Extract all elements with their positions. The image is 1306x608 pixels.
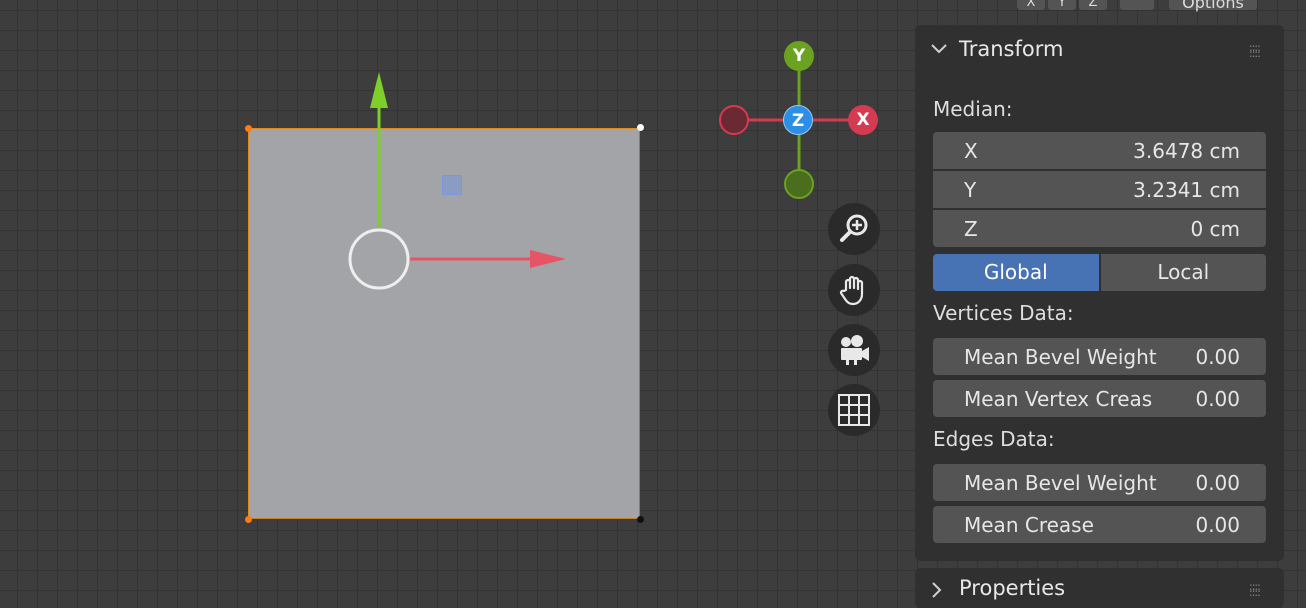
field-label: Mean Vertex Creas (964, 387, 1153, 411)
viewport-header: ꟲꟲ X Y Z Options (990, 0, 1257, 12)
field-label: Mean Bevel Weight (964, 471, 1157, 495)
vertex-bottom-right[interactable] (637, 516, 644, 523)
edges-data-label: Edges Data: (933, 427, 1055, 451)
move-center-circle (348, 228, 410, 290)
properties-panel: Properties :::::::: (915, 568, 1284, 608)
median-z-field[interactable]: Z 0 cm (933, 210, 1266, 247)
zoom-button[interactable] (828, 203, 880, 255)
field-label: Mean Crease (964, 513, 1094, 537)
field-label: Mean Bevel Weight (964, 345, 1157, 369)
field-value: 3.2341 cm (1133, 178, 1240, 202)
topology-icon[interactable] (1120, 0, 1154, 10)
mirror-z-button[interactable]: Z (1079, 0, 1107, 10)
gizmo-x-negative[interactable] (719, 105, 749, 135)
camera-icon (841, 335, 869, 365)
mirror-y-button[interactable]: Y (1048, 0, 1076, 10)
drag-grip-icon[interactable]: :::::::: (1249, 42, 1261, 59)
gizmo-z-positive[interactable]: Z (783, 105, 813, 135)
zoom-icon (840, 214, 868, 242)
vertices-data-label: Vertices Data: (933, 301, 1074, 325)
chevron-right-icon[interactable] (931, 582, 943, 598)
vertex-bottom-left[interactable] (245, 516, 252, 523)
field-value: 0.00 (1195, 471, 1240, 495)
field-value: 0.00 (1195, 345, 1240, 369)
median-x-field[interactable]: X 3.6478 cm (933, 132, 1266, 169)
panel-title[interactable]: Properties (959, 576, 1065, 600)
field-label: X (964, 139, 978, 163)
field-value: 0 cm (1190, 217, 1240, 241)
vertex-top-right[interactable] (637, 124, 644, 131)
gizmo-y-negative[interactable] (784, 169, 814, 199)
pan-button[interactable] (828, 264, 880, 316)
navigation-gizmo[interactable]: Y X Z (715, 38, 885, 208)
snap-icon[interactable]: ꟲꟲ (990, 0, 1014, 10)
edge-bevel-weight-field[interactable]: Mean Bevel Weight 0.00 (933, 464, 1266, 501)
median-label: Median: (933, 97, 1013, 121)
local-button[interactable]: Local (1100, 254, 1266, 291)
panel-title[interactable]: Transform (959, 37, 1063, 61)
field-value: 3.6478 cm (1133, 139, 1240, 163)
transform-panel: Transform :::::::: Median: X 3.6478 cm Y… (915, 25, 1284, 561)
camera-view-button[interactable] (828, 324, 880, 376)
global-button[interactable]: Global (933, 254, 1099, 291)
vertex-top-left[interactable] (245, 125, 252, 132)
move-gizmo[interactable] (340, 60, 580, 300)
gizmo-y-positive[interactable]: Y (784, 41, 814, 71)
3d-viewport[interactable]: ꟲꟲ X Y Z Options Y X Z (0, 0, 1306, 608)
median-y-field[interactable]: Y 3.2341 cm (933, 171, 1266, 208)
grid-icon (838, 394, 870, 426)
hand-icon (839, 275, 864, 306)
field-value: 0.00 (1195, 387, 1240, 411)
edge-crease-field[interactable]: Mean Crease 0.00 (933, 506, 1266, 543)
field-value: 0.00 (1195, 513, 1240, 537)
field-label: Z (964, 217, 978, 241)
options-button[interactable]: Options (1169, 0, 1257, 12)
move-y-arrow (370, 72, 388, 108)
field-label: Y (964, 178, 977, 202)
chevron-down-icon[interactable] (931, 43, 947, 55)
vertex-crease-field[interactable]: Mean Vertex Creas 0.00 (933, 380, 1266, 417)
space-toggle: Global Local (933, 254, 1266, 291)
drag-grip-icon[interactable]: :::::::: (1249, 581, 1261, 598)
gizmo-x-positive[interactable]: X (848, 105, 878, 135)
vertex-bevel-weight-field[interactable]: Mean Bevel Weight 0.00 (933, 338, 1266, 375)
mirror-x-button[interactable]: X (1017, 0, 1045, 10)
ortho-toggle-button[interactable] (828, 384, 880, 436)
move-x-arrow (530, 250, 566, 268)
